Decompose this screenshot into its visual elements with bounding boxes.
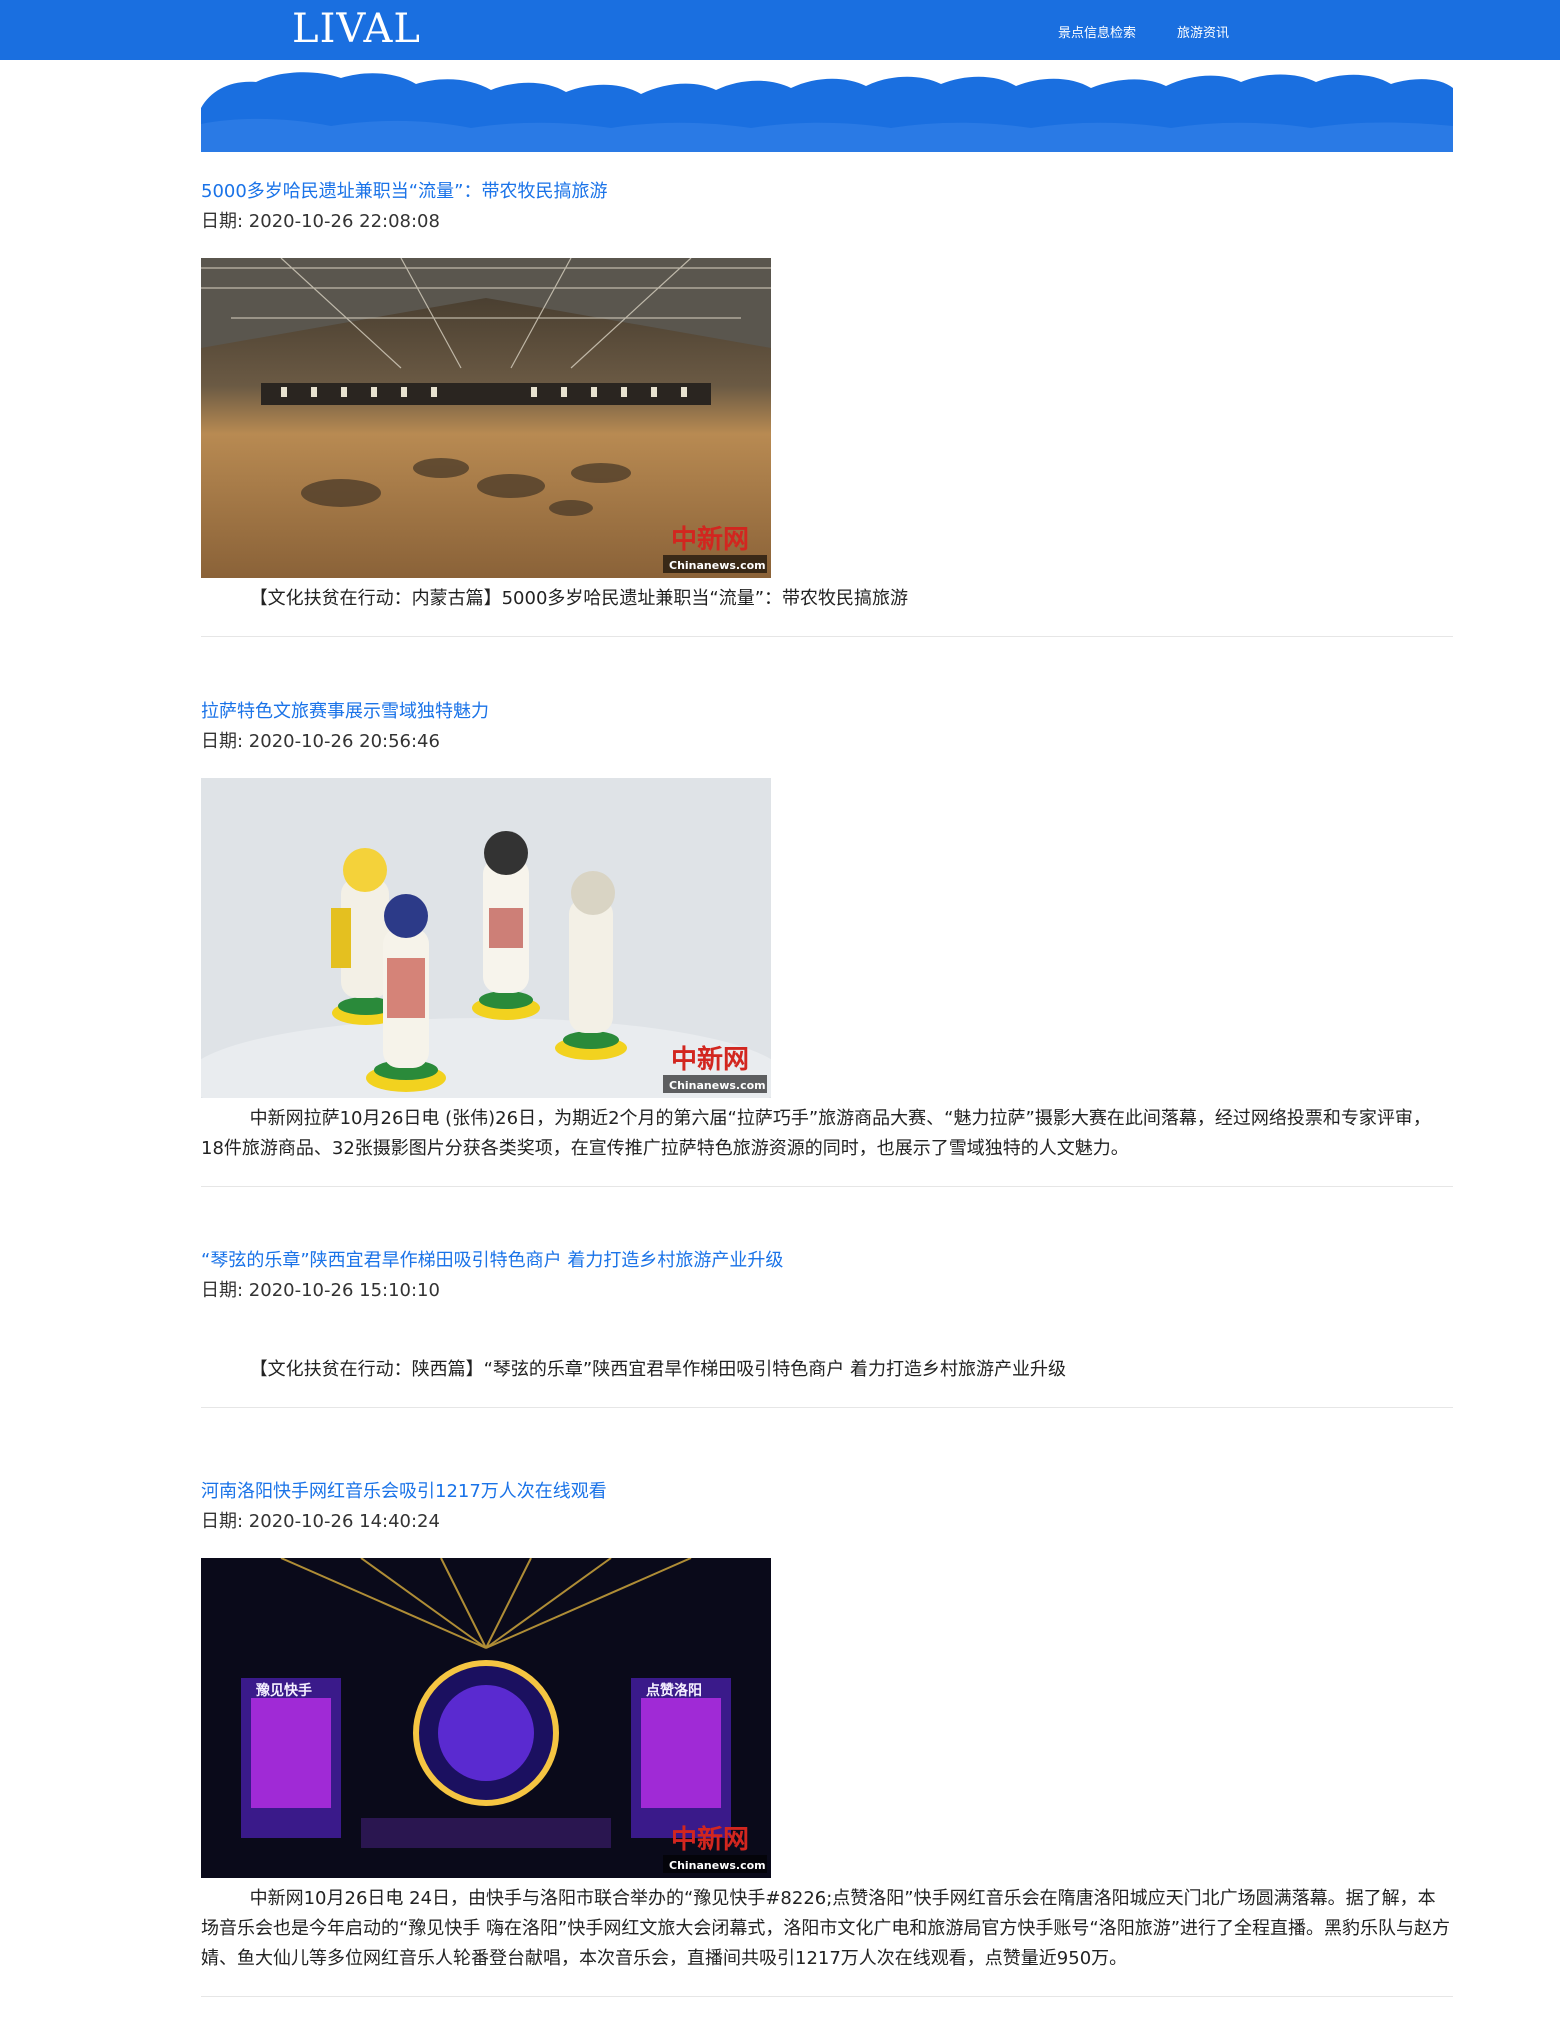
svg-text:Chinanews.com: Chinanews.com bbox=[669, 559, 766, 572]
news-title-link[interactable]: 河南洛阳快手网红音乐会吸引1217万人次在线观看 bbox=[201, 1480, 1453, 1504]
news-summary: 【文化扶贫在行动：内蒙古篇】5000多岁哈民遗址兼职当“流量”：带农牧民搞旅游 bbox=[249, 588, 909, 609]
news-image[interactable]: 豫见快手 点赞洛阳 中新网 Chinanews.com bbox=[201, 1558, 771, 1878]
watermark-text: 中新网 bbox=[671, 524, 749, 555]
news-title-link[interactable]: 拉萨特色文旅赛事展示雪域独特魅力 bbox=[201, 700, 1453, 724]
watermark-text: 中新网 bbox=[671, 1044, 749, 1075]
cloud-banner bbox=[201, 68, 1453, 152]
news-image[interactable]: 中新网 Chinanews.com bbox=[201, 778, 771, 1098]
news-item: 5000多岁哈民遗址兼职当“流量”：带农牧民搞旅游 日期: 2020-10-26… bbox=[201, 180, 1453, 637]
news-date: 日期: 2020-10-26 22:08:08 bbox=[201, 211, 440, 232]
news-summary: 【文化扶贫在行动：陕西篇】“琴弦的乐章”陕西宜君旱作梯田吸引特色商户 着力打造乡… bbox=[249, 1359, 1066, 1380]
brand-logo[interactable]: LIVAL bbox=[292, 6, 421, 52]
news-date: 日期: 2020-10-26 14:40:24 bbox=[201, 1511, 440, 1532]
stage-screen-left-text: 豫见快手 bbox=[256, 1682, 312, 1699]
news-title-link[interactable]: “琴弦的乐章”陕西宜君旱作梯田吸引特色商户 着力打造乡村旅游产业升级 bbox=[201, 1249, 1453, 1273]
news-summary: 中新网拉萨10月26日电 (张伟)26日，为期近2个月的第六届“拉萨巧手”旅游商… bbox=[201, 1108, 1431, 1159]
svg-text:Chinanews.com: Chinanews.com bbox=[669, 1859, 766, 1872]
nav-attraction-search[interactable]: 景点信息检索 bbox=[1058, 22, 1136, 41]
cloud-banner-icon bbox=[201, 72, 1453, 152]
news-title-link[interactable]: 5000多岁哈民遗址兼职当“流量”：带农牧民搞旅游 bbox=[201, 180, 1453, 204]
news-date: 日期: 2020-10-26 15:10:10 bbox=[201, 1280, 440, 1301]
stage-screen-right-text: 点赞洛阳 bbox=[646, 1682, 702, 1699]
news-date: 日期: 2020-10-26 20:56:46 bbox=[201, 731, 440, 752]
top-navbar: LIVAL 景点信息检索 旅游资讯 bbox=[0, 0, 1560, 60]
news-item: 河南洛阳快手网红音乐会吸引1217万人次在线观看 日期: 2020-10-26 … bbox=[201, 1480, 1453, 1997]
news-item: 拉萨特色文旅赛事展示雪域独特魅力 日期: 2020-10-26 20:56:46 bbox=[201, 700, 1453, 1187]
nav-travel-news[interactable]: 旅游资讯 bbox=[1177, 22, 1229, 41]
news-summary: 中新网10月26日电 24日，由快手与洛阳市联合举办的“豫见快手#8226;点赞… bbox=[201, 1888, 1451, 1969]
news-image[interactable]: 中新网 Chinanews.com bbox=[201, 258, 771, 578]
svg-text:Chinanews.com: Chinanews.com bbox=[669, 1079, 766, 1092]
news-item: “琴弦的乐章”陕西宜君旱作梯田吸引特色商户 着力打造乡村旅游产业升级 日期: 2… bbox=[201, 1249, 1453, 1408]
watermark-text: 中新网 bbox=[671, 1824, 749, 1855]
